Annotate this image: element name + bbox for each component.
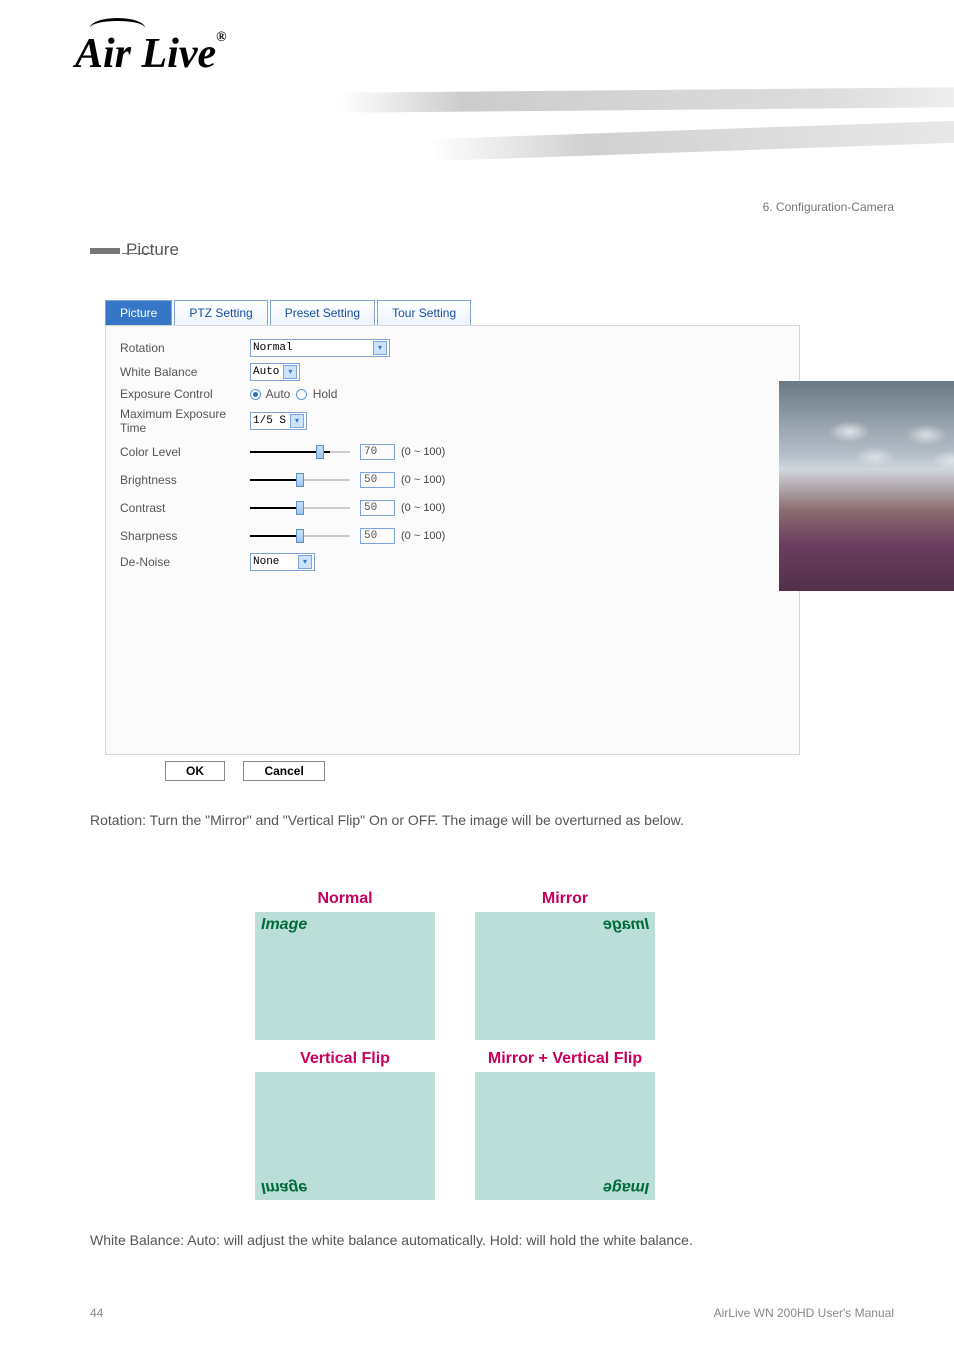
form-panel: Rotation Normal ▾ White Balance Auto ▾ E… bbox=[105, 325, 800, 755]
range-text: (0 ~ 100) bbox=[401, 474, 445, 486]
tab-picture[interactable]: Picture bbox=[105, 300, 172, 325]
tab-preset[interactable]: Preset Setting bbox=[270, 300, 375, 325]
cancel-button[interactable]: Cancel bbox=[243, 761, 324, 781]
denoise-select[interactable]: None ▾ bbox=[250, 553, 315, 571]
header-band-2 bbox=[430, 121, 954, 161]
diagram-normal-box: Image bbox=[255, 912, 435, 1040]
exposure-auto-radio[interactable]: Auto bbox=[250, 387, 290, 401]
denoise-label: De-Noise bbox=[120, 555, 250, 569]
diagram-mirror-title: Mirror bbox=[475, 890, 655, 908]
exposure-hold-radio[interactable]: Hold bbox=[296, 387, 337, 401]
diagram-vflip-title: Vertical Flip bbox=[255, 1050, 435, 1068]
range-text: (0 ~ 100) bbox=[401, 446, 445, 458]
diagram-label: Image bbox=[261, 1178, 307, 1196]
tab-bar: Picture PTZ Setting Preset Setting Tour … bbox=[105, 300, 800, 325]
page-footer: 44 AirLive WN 200HD User's Manual bbox=[90, 1306, 894, 1320]
sharpness-slider[interactable] bbox=[250, 535, 350, 537]
color-level-label: Color Level bbox=[120, 445, 250, 459]
color-level-value[interactable]: 70 bbox=[360, 444, 395, 460]
range-text: (0 ~ 100) bbox=[401, 530, 445, 542]
diagram-normal-title: Normal bbox=[255, 890, 435, 908]
rotation-select[interactable]: Normal ▾ bbox=[250, 339, 390, 357]
chapter-title: 6. Configuration-Camera bbox=[763, 200, 894, 214]
max-exposure-select[interactable]: 1/5 S ▾ bbox=[250, 412, 307, 430]
max-exposure-label: Maximum Exposure Time bbox=[120, 407, 250, 435]
rotation-label: Rotation bbox=[120, 341, 250, 355]
page-number: 44 bbox=[90, 1306, 103, 1320]
white-balance-label: White Balance bbox=[120, 365, 250, 379]
header-band bbox=[340, 87, 954, 112]
white-balance-select[interactable]: Auto ▾ bbox=[250, 363, 300, 381]
tab-tour[interactable]: Tour Setting bbox=[377, 300, 471, 325]
contrast-label: Contrast bbox=[120, 501, 250, 515]
sharpness-value[interactable]: 50 bbox=[360, 528, 395, 544]
brightness-label: Brightness bbox=[120, 473, 250, 487]
chevron-down-icon: ▾ bbox=[298, 555, 312, 569]
diagram-mirror-box: Image bbox=[475, 912, 655, 1040]
contrast-slider[interactable] bbox=[250, 507, 350, 509]
settings-screenshot: Picture PTZ Setting Preset Setting Tour … bbox=[105, 300, 800, 780]
range-text: (0 ~ 100) bbox=[401, 502, 445, 514]
contrast-value[interactable]: 50 bbox=[360, 500, 395, 516]
brightness-slider[interactable] bbox=[250, 479, 350, 481]
brightness-value[interactable]: 50 bbox=[360, 472, 395, 488]
diagram-vflip-box: Image bbox=[255, 1072, 435, 1200]
chevron-down-icon: ▾ bbox=[373, 341, 387, 355]
chevron-down-icon: ▾ bbox=[290, 414, 304, 428]
tab-ptz[interactable]: PTZ Setting bbox=[174, 300, 267, 325]
diagram-label: Image bbox=[603, 916, 649, 934]
color-level-slider[interactable] bbox=[250, 451, 350, 453]
brand-logo: Air Live® bbox=[75, 30, 227, 78]
diagram-label: Image bbox=[603, 1178, 649, 1196]
chevron-down-icon: ▾ bbox=[283, 365, 297, 379]
diagram-label: Image bbox=[261, 916, 307, 934]
diagram-row-1: Normal Image Mirror Image bbox=[255, 890, 655, 1040]
diagram-mvflip-title: Mirror + Vertical Flip bbox=[475, 1050, 655, 1068]
exposure-label: Exposure Control bbox=[120, 387, 250, 401]
footer-product: AirLive WN 200HD User's Manual bbox=[714, 1306, 894, 1320]
ok-button[interactable]: OK bbox=[165, 761, 225, 781]
sharpness-label: Sharpness bbox=[120, 529, 250, 543]
section-title: Picture bbox=[90, 240, 179, 260]
diagram-mvflip-box: Image bbox=[475, 1072, 655, 1200]
camera-preview bbox=[779, 381, 954, 591]
rotation-description: Rotation: Turn the "Mirror" and "Vertica… bbox=[90, 810, 894, 830]
diagram-row-2: Vertical Flip Image Mirror + Vertical Fl… bbox=[255, 1050, 655, 1200]
white-balance-description: White Balance: Auto: will adjust the whi… bbox=[90, 1230, 894, 1250]
